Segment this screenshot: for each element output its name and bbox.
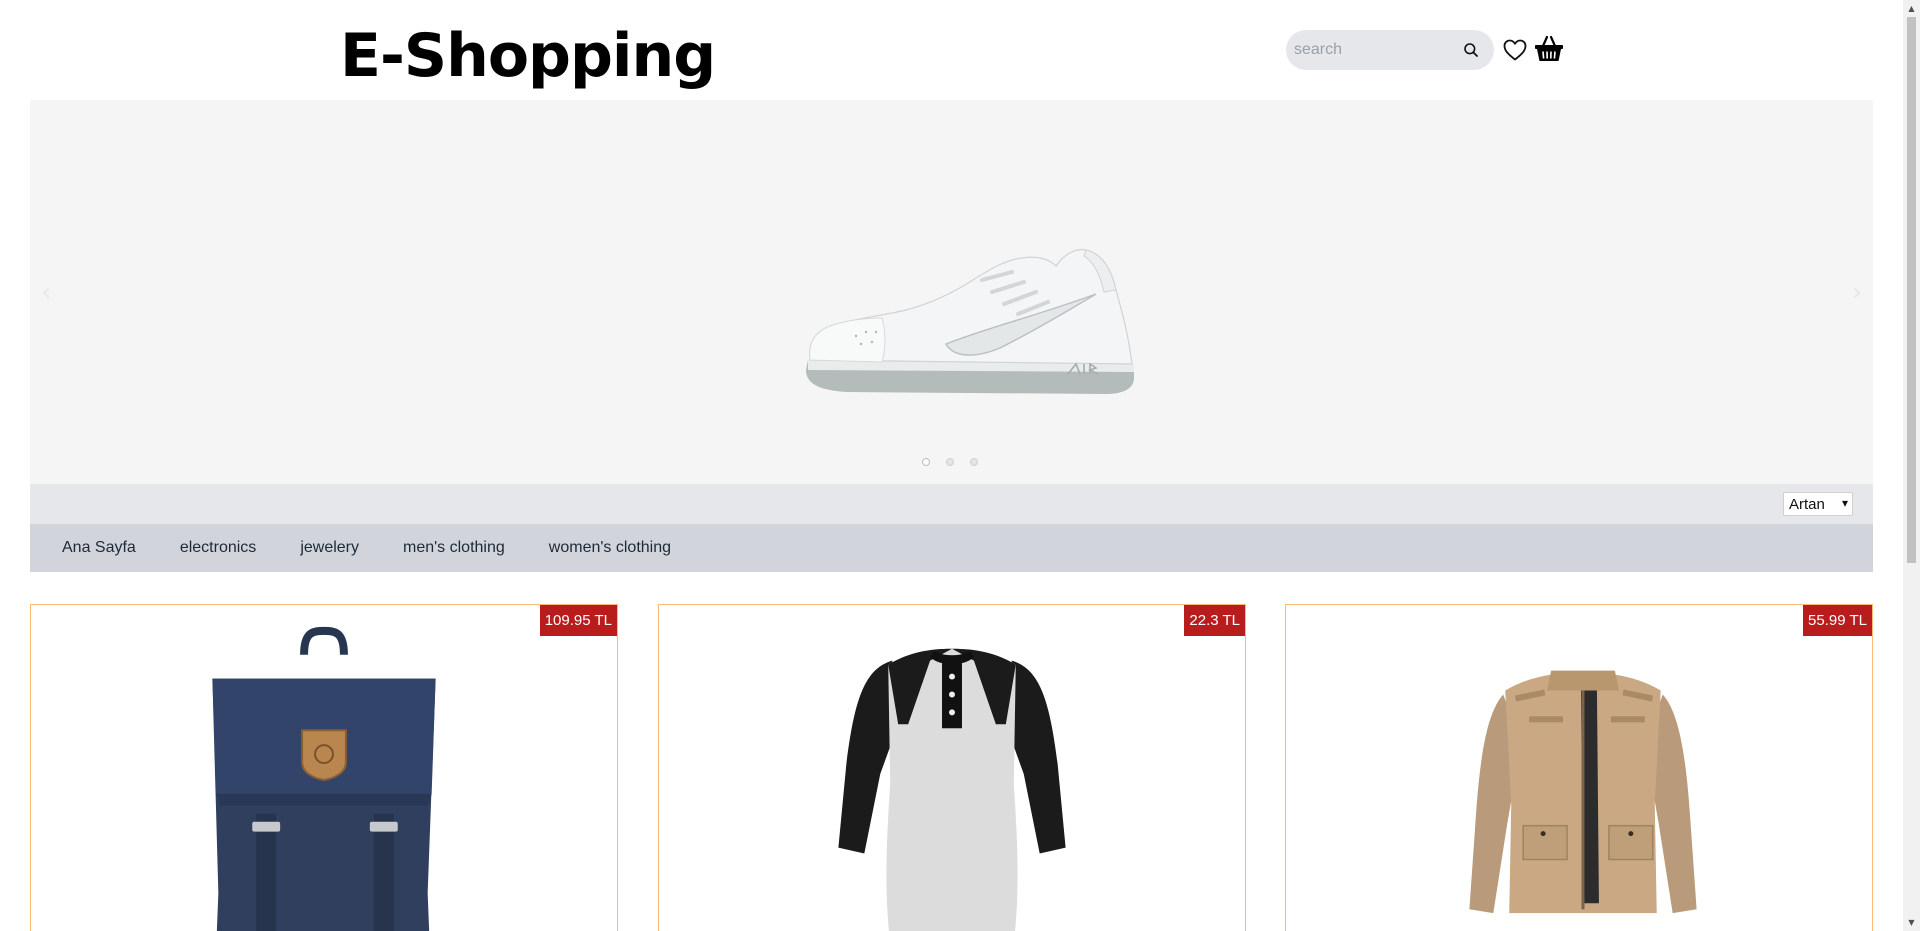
carousel-dot[interactable] [946, 458, 954, 466]
brand-logo[interactable]: E-Shopping [340, 18, 716, 94]
page-scrollbar[interactable]: ▲ ▼ [1903, 0, 1920, 931]
chevron-down-icon: ▾ [1841, 496, 1848, 510]
heart-icon [1503, 39, 1527, 61]
sort-select[interactable]: Artan ▾ [1783, 492, 1853, 516]
hero-carousel[interactable]: ‹ › [30, 100, 1873, 484]
product-card[interactable]: 22.3 TL [658, 604, 1246, 931]
price-badge: 109.95 TL [539, 605, 617, 636]
search-bar [1286, 30, 1494, 70]
category-electronics[interactable]: electronics [180, 539, 256, 557]
product-grid: 109.95 TL 22.3 TL 55.99 TL [30, 604, 1873, 931]
product-image [838, 648, 1066, 931]
chevron-left-icon: ‹ [41, 278, 51, 306]
price-badge: 22.3 TL [1184, 605, 1245, 636]
carousel-indicators [922, 458, 978, 466]
carousel-prev-button[interactable]: ‹ [36, 275, 56, 309]
carousel-dot[interactable] [970, 458, 978, 466]
search-button[interactable] [1454, 30, 1488, 70]
category-jewelery[interactable]: jewelery [300, 539, 359, 557]
category-home[interactable]: Ana Sayfa [62, 539, 136, 557]
category-womens-clothing[interactable]: women's clothing [549, 539, 671, 557]
carousel-slide-image [806, 249, 1134, 394]
scroll-up-arrow[interactable]: ▲ [1903, 0, 1920, 17]
product-image [212, 626, 436, 931]
product-image [1469, 670, 1697, 914]
basket-icon [1535, 35, 1563, 61]
sort-selected-value: Artan [1789, 495, 1825, 513]
price-badge: 55.99 TL [1803, 605, 1872, 636]
chevron-right-icon: › [1852, 278, 1862, 306]
wishlist-button[interactable] [1502, 37, 1528, 63]
search-icon [1464, 43, 1478, 57]
product-card[interactable]: 109.95 TL [30, 604, 618, 931]
cart-button[interactable] [1533, 33, 1565, 65]
sort-bar: Artan ▾ [30, 484, 1873, 524]
scrollbar-thumb[interactable] [1907, 17, 1916, 563]
site-header: E-Shopping [0, 0, 1900, 100]
scroll-down-arrow[interactable]: ▼ [1903, 914, 1920, 931]
category-nav: Ana Sayfa electronics jewelery men's clo… [30, 524, 1873, 572]
category-mens-clothing[interactable]: men's clothing [403, 539, 505, 557]
carousel-dot[interactable] [922, 458, 930, 466]
product-card[interactable]: 55.99 TL [1285, 604, 1873, 931]
carousel-next-button[interactable]: › [1847, 275, 1867, 309]
search-input[interactable] [1286, 30, 1454, 70]
